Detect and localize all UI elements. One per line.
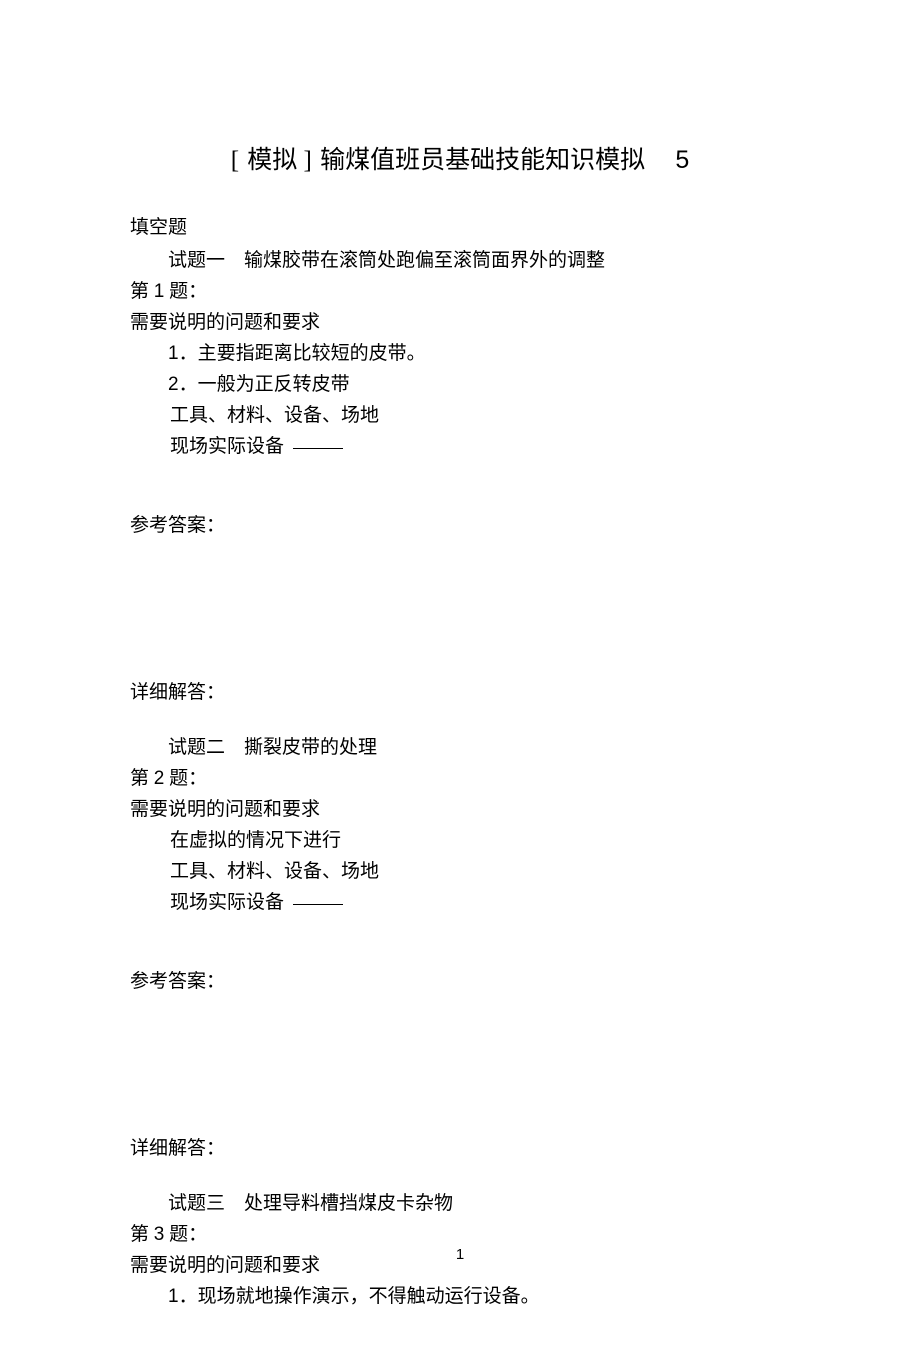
q1-req-heading: 需要说明的问题和要求 xyxy=(130,307,790,334)
q2-subtitle: 试题二 撕裂皮带的处理 xyxy=(168,732,790,759)
q3-number-prefix: 第 xyxy=(130,1224,149,1245)
q3-number-suffix: 题： xyxy=(169,1224,207,1245)
q1-blank-field[interactable] xyxy=(293,448,343,449)
q2-device-line: 现场实际设备 xyxy=(170,887,790,914)
q1-number-prefix: 第 xyxy=(130,281,149,302)
title-bracket-open: [ xyxy=(231,147,241,174)
q2-blank-field[interactable] xyxy=(293,904,343,905)
q1-item1: 1．主要指距离比较短的皮带。 xyxy=(168,338,790,365)
section-heading: 填空题 xyxy=(130,212,790,239)
q1-number-value: 1 xyxy=(154,281,165,302)
q1-item2-num: 2 xyxy=(168,374,179,395)
q1-item2-text: ．一般为正反转皮带 xyxy=(179,374,350,395)
q1-answer-label: 参考答案： xyxy=(130,510,790,537)
q3-subtitle: 试题三 处理导料槽挡煤皮卡杂物 xyxy=(168,1188,790,1215)
q1-item1-text: ．主要指距离比较短的皮带。 xyxy=(179,343,426,364)
q2-number: 第 2 题： xyxy=(130,763,790,790)
q1-item1-num: 1 xyxy=(168,343,179,364)
q3-item1-text: ．现场就地操作演示，不得触动运行设备。 xyxy=(179,1286,540,1307)
title-number: 5 xyxy=(675,146,689,174)
title-bracket-close: ] xyxy=(304,147,314,174)
q2-detail-label: 详细解答： xyxy=(130,1133,790,1160)
q3-item1-num: 1 xyxy=(168,1286,179,1307)
title-label: 模拟 xyxy=(247,147,297,174)
q1-device-text: 现场实际设备 xyxy=(170,436,284,457)
title-main: 输煤值班员基础技能知识模拟 xyxy=(320,147,645,174)
document-page: [ 模拟 ] 输煤值班员基础技能知识模拟 5 填空题 试题一 输煤胶带在滚筒处跑… xyxy=(0,0,920,1352)
q1-number-suffix: 题： xyxy=(169,281,207,302)
q2-req-heading: 需要说明的问题和要求 xyxy=(130,794,790,821)
q2-number-value: 2 xyxy=(154,768,165,789)
q2-number-suffix: 题： xyxy=(169,768,207,789)
q3-number-value: 3 xyxy=(154,1224,165,1245)
q2-device-text: 现场实际设备 xyxy=(170,892,284,913)
q3-item1: 1．现场就地操作演示，不得触动运行设备。 xyxy=(168,1281,790,1308)
q2-number-prefix: 第 xyxy=(130,768,149,789)
q2-block: 试题二 撕裂皮带的处理 第 2 题： 需要说明的问题和要求 在虚拟的情况下进行 … xyxy=(130,732,790,1160)
q1-device-line: 现场实际设备 xyxy=(170,431,790,458)
q1-item2: 2．一般为正反转皮带 xyxy=(168,369,790,396)
q1-subtitle: 试题一 输煤胶带在滚筒处跑偏至滚筒面界外的调整 xyxy=(168,245,790,272)
q1-tools-line: 工具、材料、设备、场地 xyxy=(170,400,790,427)
q1-detail-label: 详细解答： xyxy=(130,677,790,704)
q2-virtual-line: 在虚拟的情况下进行 xyxy=(170,825,790,852)
q3-number: 第 3 题： xyxy=(130,1219,790,1246)
document-title: [ 模拟 ] 输煤值班员基础技能知识模拟 5 xyxy=(130,140,790,176)
q2-tools-line: 工具、材料、设备、场地 xyxy=(170,856,790,883)
page-number: 1 xyxy=(0,1246,920,1263)
q2-answer-label: 参考答案： xyxy=(130,966,790,993)
q1-number: 第 1 题： xyxy=(130,276,790,303)
